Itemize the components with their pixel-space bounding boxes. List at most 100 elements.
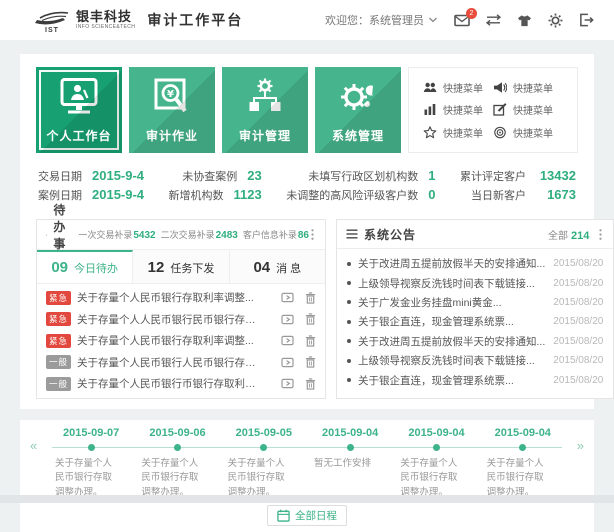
stat-value: 1673 [536, 187, 576, 202]
brand-name: 银丰科技 [76, 10, 135, 23]
priority-badge: 紧急 [46, 291, 71, 305]
announcements-all-link[interactable]: 全部214 [548, 227, 589, 242]
list-icon [46, 230, 47, 240]
announcement-link[interactable]: 关于改进周五提前放假半天的安排通知... [358, 334, 545, 349]
announcement-row: 关于改进周五提前放假半天的安排通知... 2015/08/20 [347, 332, 603, 351]
tile-label: 个人工作台 [36, 127, 122, 144]
tab-task-dispatch[interactable]: 12 任务下发 [133, 250, 229, 283]
star-icon [423, 126, 437, 139]
todo-item-link[interactable]: 关于存量个人民币银行人民币银行存取利率调整... [77, 355, 264, 370]
timeline-date: 2015-09-06 [134, 427, 220, 441]
forward-icon[interactable] [281, 314, 294, 325]
quick-menu-item-report[interactable]: 快捷菜单 [423, 102, 493, 117]
stat-value: 13432 [536, 168, 576, 183]
delete-icon[interactable] [305, 378, 316, 390]
announcement-link[interactable]: 上级领导视察反洗钱时间表下载链接... [358, 276, 545, 291]
announcement-link[interactable]: 关于银企直连，现金管理系统票... [358, 314, 545, 329]
bullet-icon [347, 281, 351, 285]
delete-icon[interactable] [305, 313, 316, 325]
all-schedule-button[interactable]: 全部日程 [267, 505, 347, 526]
quick-menu-item-target[interactable]: 快捷菜单 [493, 125, 563, 140]
delete-icon[interactable] [305, 356, 316, 368]
top-header: IST 银丰科技 INFO SCIENCE&TECH 审计工作平台 欢迎您：系统… [0, 0, 614, 40]
announcement-row: 关于银企直连，现金管理系统票... 2015/08/20 [347, 370, 603, 389]
timeline-dot-icon [88, 444, 95, 451]
delete-icon[interactable] [305, 292, 316, 304]
todo-item-link[interactable]: 关于存量个人人民币银行民币银行存取利率调整... [77, 312, 264, 327]
announcement-row: 上级领导视察反洗钱时间表下载链接... 2015/08/20 [347, 351, 603, 370]
more-icon[interactable] [309, 227, 316, 242]
stat-group-customers: 累计评定客户13432 当日新客户1673 [460, 168, 576, 206]
todo-item-link[interactable]: 关于存量个人民币银行存取利率调整... [77, 333, 264, 348]
timeline-prev-arrow[interactable]: « [30, 439, 37, 452]
quick-menu-item-edit[interactable]: 快捷菜单 [493, 102, 563, 117]
shirt-icon [517, 14, 532, 27]
stat-group-pending: 未填写行政区划机构数1 未调整的高风险评级客户数0 [286, 168, 435, 206]
todo-list: 紧急 关于存量个人民币银行存取利率调整... 紧急 关于存量个人人民币银行民币银… [37, 284, 325, 398]
quick-menu-item-favorite[interactable]: 快捷菜单 [423, 125, 493, 140]
list-icon [346, 229, 358, 239]
quick-menu-label: 快捷菜单 [443, 125, 483, 140]
todo-item-link[interactable]: 关于存量个人民币银行币银行存取利率调整... [77, 376, 264, 391]
switch-button[interactable] [486, 14, 501, 26]
stat-value: 2015-9-4 [92, 168, 144, 183]
tile-audit-operations[interactable]: ¥ 审计作业 [129, 67, 215, 153]
more-icon[interactable] [597, 227, 604, 242]
logout-button[interactable] [579, 13, 594, 27]
priority-badge: 一般 [46, 355, 71, 369]
quick-menu-label: 快捷菜单 [443, 80, 483, 95]
theme-button[interactable] [517, 14, 532, 27]
svg-text:¥: ¥ [167, 89, 174, 100]
forward-icon[interactable] [281, 292, 294, 303]
stat-label: 交易日期 [38, 168, 82, 184]
quick-menu-item-announce[interactable]: 快捷菜单 [493, 80, 563, 95]
announcement-date: 2015/08/20 [553, 336, 603, 347]
brand-subtitle: INFO SCIENCE&TECH [76, 25, 135, 30]
todo-item: 一般 关于存量个人民币银行人民币银行存取利率调整... [46, 352, 316, 374]
quick-menu-panel: 快捷菜单 快捷菜单 快捷菜单 [408, 67, 578, 153]
schedule-timeline-card: « » 2015-09-07 关于存量个人民币银行存取调整办理。 2015-09… [20, 420, 594, 532]
forward-icon[interactable] [281, 357, 294, 368]
announcement-link[interactable]: 上级领导视察反洗钱时间表下载链接... [358, 353, 545, 368]
quick-menu-item-users[interactable]: 快捷菜单 [423, 80, 493, 95]
announcement-date: 2015/08/20 [553, 278, 603, 289]
timeline-date: 2015-09-04 [307, 427, 393, 441]
todo-item-link[interactable]: 关于存量个人民币银行存取利率调整... [77, 290, 264, 305]
todo-item: 一般 关于存量个人民币银行币银行存取利率调整... [46, 373, 316, 395]
tab-today-todo[interactable]: 09 今日待办 [37, 250, 133, 283]
todo-stat-first-entry: 一次交易补录5432 [78, 228, 155, 241]
forward-icon[interactable] [281, 378, 294, 389]
timeline-dot-icon [433, 444, 440, 451]
todo-stat-customer-info: 客户信息补录86 [243, 228, 309, 241]
stat-value: 0 [428, 187, 435, 202]
timeline-event: 2015-09-07 关于存量个人民币银行存取调整办理。 [48, 427, 134, 501]
tile-personal-workspace[interactable]: 个人工作台 [36, 67, 122, 153]
gear-tree-icon [222, 78, 308, 116]
bullet-icon [347, 378, 351, 382]
announcement-row: 关于改进周五提前放假半天的安排通知... 2015/08/20 [347, 254, 603, 273]
tile-system-management[interactable]: 系统管理 [315, 67, 401, 153]
announcement-row: 关于银企直连，现金管理系统票... 2015/08/20 [347, 312, 603, 331]
timeline-next-arrow[interactable]: » [577, 439, 584, 452]
todo-stat-second-entry: 二次交易补录2483 [161, 228, 238, 241]
todo-item: 紧急 关于存量个人人民币银行民币银行存取利率调整... [46, 309, 316, 331]
bullet-icon [347, 320, 351, 324]
page-title: 审计工作平台 [147, 10, 243, 30]
todo-panel: 待办事项 一次交易补录5432 二次交易补录2483 客户信息补录86 09 今… [36, 219, 326, 399]
edit-icon [493, 103, 507, 116]
ship-logo-icon: IST [32, 8, 72, 32]
announcement-link[interactable]: 关于改进周五提前放假半天的安排通知... [358, 256, 545, 271]
user-menu[interactable]: 欢迎您：系统管理员 [325, 12, 438, 28]
tile-audit-management[interactable]: 审计管理 [222, 67, 308, 153]
forward-icon[interactable] [281, 335, 294, 346]
chevron-down-icon [428, 16, 438, 24]
delete-icon[interactable] [305, 335, 316, 347]
announcement-row: 关于广发金业务挂盘mini黄金... 2015/08/20 [347, 293, 603, 312]
settings-button[interactable] [548, 13, 563, 28]
announcement-link[interactable]: 关于广发金业务挂盘mini黄金... [358, 295, 545, 310]
tab-messages[interactable]: 04 消 息 [230, 250, 325, 283]
announcements-title: 系统公告 [364, 226, 416, 243]
announcement-link[interactable]: 关于银企直连，现金管理系统票... [358, 373, 545, 388]
messages-button[interactable]: 2 [454, 14, 470, 27]
megaphone-icon [493, 81, 507, 94]
